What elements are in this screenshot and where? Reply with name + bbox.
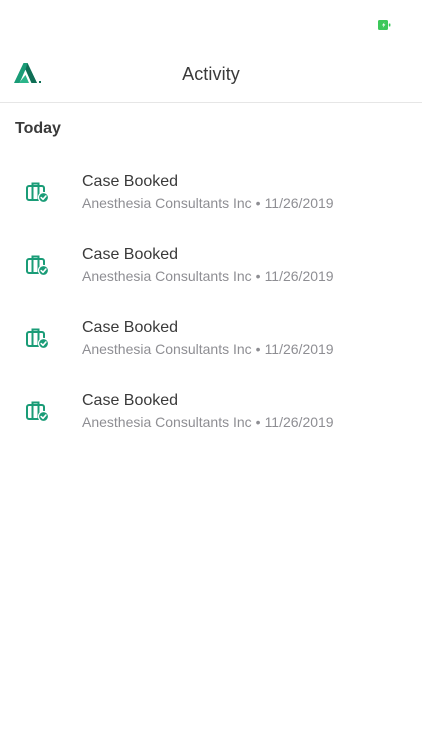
item-date: 11/26/2019 <box>264 341 334 357</box>
item-title: Case Booked <box>82 246 179 263</box>
nav-bar: Activity <box>0 44 422 103</box>
briefcase-check-icon <box>26 328 50 350</box>
briefcase-check-icon <box>26 255 50 277</box>
briefcase-check-icon <box>26 182 50 204</box>
item-separator: • <box>255 414 261 430</box>
item-title: Case Booked <box>82 173 179 190</box>
item-subtitle: Anesthesia Consultants Inc • 11/26/2019 <box>82 414 334 430</box>
item-separator: • <box>255 268 261 284</box>
list-item[interactable]: Case Booked Anesthesia Consultants Inc • 1… <box>0 160 422 233</box>
list-item[interactable]: Case Booked Anesthesia Consultants Inc • 1… <box>0 306 422 379</box>
item-date: 11/26/2019 <box>264 195 334 211</box>
item-date: 11/26/2019 <box>264 414 334 430</box>
item-title: Case Booked <box>82 319 179 336</box>
item-subtitle: Anesthesia Consultants Inc • 11/26/2019 <box>82 341 334 357</box>
item-separator: • <box>255 341 261 357</box>
item-organization: Anesthesia Consultants Inc <box>82 414 252 430</box>
section-header-today: Today <box>15 120 61 137</box>
list-item[interactable]: Case Booked Anesthesia Consultants Inc • 1… <box>0 379 422 452</box>
activity-list: Case Booked Anesthesia Consultants Inc • 1… <box>0 160 422 452</box>
item-date: 11/26/2019 <box>264 268 334 284</box>
item-organization: Anesthesia Consultants Inc <box>82 341 252 357</box>
status-bar <box>0 0 422 44</box>
briefcase-check-icon <box>26 401 50 423</box>
activity-screen: Activity Today Case Booked Anesthesia Co… <box>0 0 422 750</box>
item-title: Case Booked <box>82 392 179 409</box>
item-organization: Anesthesia Consultants Inc <box>82 195 252 211</box>
item-subtitle: Anesthesia Consultants Inc • 11/26/2019 <box>82 268 334 284</box>
list-item[interactable]: Case Booked Anesthesia Consultants Inc • 1… <box>0 233 422 306</box>
battery-charging-icon <box>378 20 391 30</box>
item-organization: Anesthesia Consultants Inc <box>82 268 252 284</box>
page-title: Activity <box>182 64 240 84</box>
item-subtitle: Anesthesia Consultants Inc • 11/26/2019 <box>82 195 334 211</box>
item-separator: • <box>255 195 261 211</box>
